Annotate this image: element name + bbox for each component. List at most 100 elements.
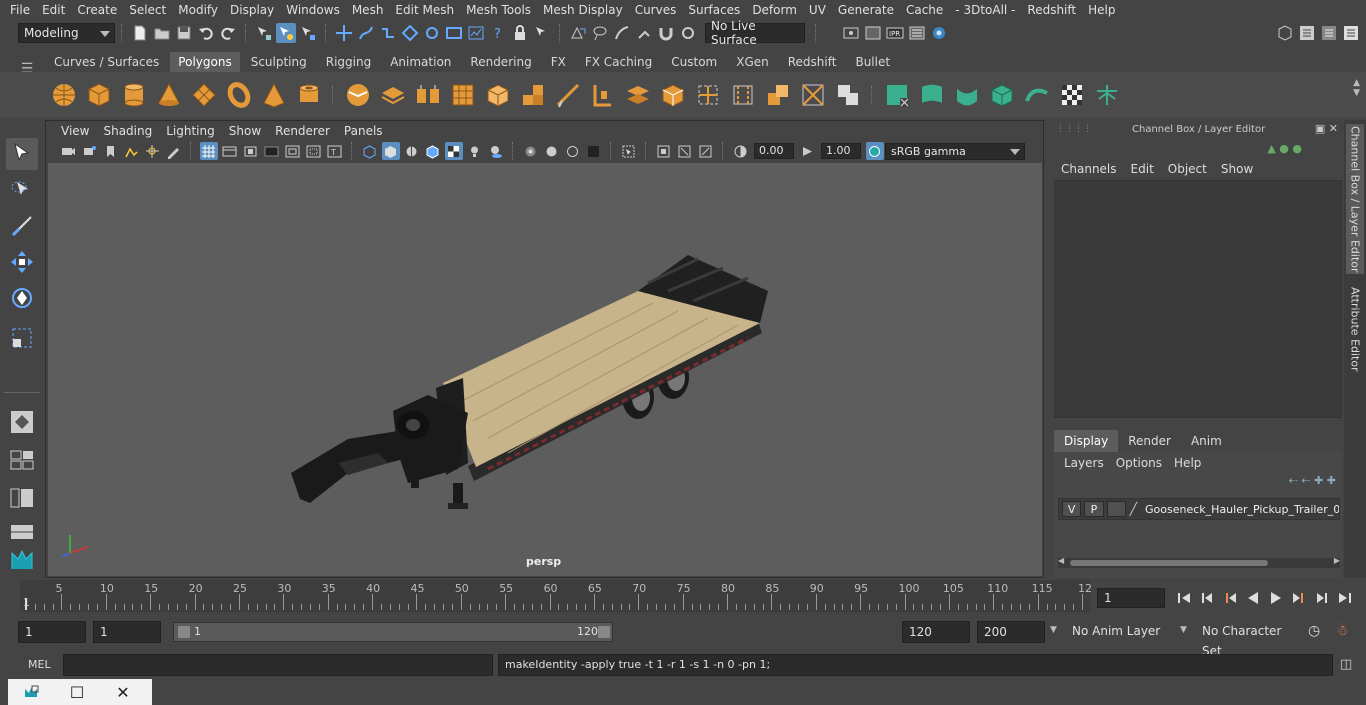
gate-mask-icon[interactable] <box>263 142 281 160</box>
channel-box-icons[interactable]: ▲ ● ● <box>1267 142 1302 155</box>
gamma-field[interactable]: 1.00 <box>821 143 861 159</box>
uv-checker-icon[interactable] <box>1057 80 1087 110</box>
exposure-icon[interactable] <box>732 142 750 160</box>
frame-zoom-icon[interactable] <box>697 142 715 160</box>
playback-start-field[interactable]: 1 <box>93 621 161 643</box>
menu-help[interactable]: Help <box>1082 3 1121 17</box>
tab-custom[interactable]: Custom <box>663 52 725 72</box>
xray-active-icon[interactable] <box>543 142 561 160</box>
menu-curves[interactable]: Curves <box>629 3 683 17</box>
menu-modify[interactable]: Modify <box>172 3 224 17</box>
render-view-icon[interactable] <box>841 23 861 43</box>
camera-attributes-icon[interactable] <box>81 142 99 160</box>
safe-title-icon[interactable]: T <box>326 142 344 160</box>
move-tool-icon[interactable] <box>6 246 38 278</box>
select-object-icon[interactable] <box>276 23 296 43</box>
xray-joints-icon[interactable] <box>564 142 582 160</box>
film-gate-icon[interactable] <box>221 142 239 160</box>
poly-pipe-icon[interactable] <box>294 80 324 110</box>
bevel-icon[interactable] <box>483 80 513 110</box>
camera-select-icon[interactable] <box>60 142 78 160</box>
maximize-icon[interactable]: ☐ <box>54 680 100 704</box>
scale-tool-icon[interactable] <box>6 322 38 354</box>
smooth-shade-icon[interactable] <box>381 142 400 160</box>
tab-redshift[interactable]: Redshift <box>780 52 845 72</box>
snap-view-plane-icon[interactable] <box>400 23 420 43</box>
step-forward-key-icon[interactable] <box>1288 589 1310 607</box>
current-frame-field[interactable]: 1 <box>1097 588 1165 608</box>
menu-uv[interactable]: UV <box>803 3 832 17</box>
combine-icon[interactable] <box>343 80 373 110</box>
menu-3dtoall[interactable]: - 3DtoAll - <box>949 3 1021 17</box>
select-tool-icon[interactable] <box>6 138 38 170</box>
menu-display[interactable]: Display <box>224 3 280 17</box>
command-input[interactable] <box>63 654 493 676</box>
tab-fx[interactable]: FX <box>543 52 574 72</box>
poly-torus-icon[interactable] <box>224 80 254 110</box>
isolate-select-icon[interactable] <box>620 142 638 160</box>
restore-window-icon[interactable] <box>8 680 54 704</box>
attribute-editor-toggle-icon[interactable] <box>1297 23 1317 43</box>
shadows-icon[interactable] <box>487 142 505 160</box>
animation-start-field[interactable]: 1 <box>18 621 86 643</box>
default-material-icon[interactable] <box>403 142 421 160</box>
render-frame-icon[interactable] <box>863 23 883 43</box>
maya-logo-icon[interactable] <box>6 544 38 576</box>
redo-icon[interactable] <box>218 23 238 43</box>
panel-grip-icon[interactable]: ⋮⋮⋮⋮ <box>1056 124 1092 134</box>
extract-icon[interactable] <box>413 80 443 110</box>
save-scene-icon[interactable] <box>174 23 194 43</box>
menu-edit[interactable]: Edit <box>36 3 71 17</box>
viewport-menu-show[interactable]: Show <box>222 124 268 138</box>
channel-menu-edit[interactable]: Edit <box>1124 162 1161 176</box>
multi-cut-icon[interactable] <box>553 80 583 110</box>
bridge-icon[interactable] <box>623 80 653 110</box>
menu-surfaces[interactable]: Surfaces <box>682 3 746 17</box>
script-editor-icon[interactable]: ◫ <box>1340 657 1352 672</box>
view-transform-dropdown[interactable]: sRGB gamma <box>885 142 1025 160</box>
live-surface-field[interactable]: No Live Surface <box>705 19 805 47</box>
smooth-icon[interactable] <box>448 80 478 110</box>
channel-box-toggle-icon[interactable] <box>1341 23 1361 43</box>
viewport-menu-renderer[interactable]: Renderer <box>268 124 337 138</box>
layer-tool-icons[interactable]: ⇠ ⇠ ✚ ✚ <box>1289 474 1336 487</box>
render-settings-icon[interactable] <box>907 23 927 43</box>
rotate-tool-icon[interactable] <box>6 282 38 314</box>
single-layout-icon[interactable] <box>6 444 38 476</box>
field-chart-icon[interactable] <box>284 142 302 160</box>
snap-grid-icon[interactable] <box>334 23 354 43</box>
channel-menu-show[interactable]: Show <box>1214 162 1260 176</box>
menu-mesh-tools[interactable]: Mesh Tools <box>460 3 537 17</box>
scrollbar-thumb[interactable] <box>1070 560 1268 566</box>
tab-rigging[interactable]: Rigging <box>318 52 379 72</box>
scroll-right-icon[interactable]: ▶ <box>1334 556 1340 565</box>
question-icon[interactable]: ? <box>488 23 508 43</box>
tab-curves-surfaces[interactable]: Curves / Surfaces <box>46 52 167 72</box>
chevron-down-icon[interactable]: ▼ <box>1180 625 1187 635</box>
tab-render[interactable]: Render <box>1118 430 1181 452</box>
side-tab-attribute-editor[interactable]: Attribute Editor <box>1346 284 1364 374</box>
uv-automatic-icon[interactable] <box>987 80 1017 110</box>
tab-display[interactable]: Display <box>1054 430 1119 452</box>
layer-type-toggle[interactable] <box>1106 501 1126 517</box>
undo-icon[interactable] <box>196 23 216 43</box>
channel-box-list[interactable] <box>1054 180 1342 418</box>
layer-menu-layers[interactable]: Layers <box>1058 456 1110 470</box>
separate-icon[interactable] <box>378 80 408 110</box>
ipr-render-icon[interactable]: IPR <box>885 23 905 43</box>
gamma-icon[interactable] <box>799 142 817 160</box>
play-backward-icon[interactable] <box>1242 589 1264 607</box>
range-end-handle[interactable] <box>598 626 610 638</box>
current-time-marker[interactable] <box>25 598 27 610</box>
viewport-menu-lighting[interactable]: Lighting <box>159 124 222 138</box>
close-window-icon[interactable]: ✕ <box>100 680 146 704</box>
tab-polygons[interactable]: Polygons <box>170 52 240 72</box>
channel-menu-object[interactable]: Object <box>1161 162 1214 176</box>
uv-planar-icon[interactable] <box>882 80 912 110</box>
tab-animation[interactable]: Animation <box>382 52 459 72</box>
playback-end-field[interactable]: 120 <box>902 621 970 643</box>
boolean-icon[interactable] <box>833 80 863 110</box>
soft-select-icon[interactable] <box>6 406 38 438</box>
poly-plane-icon[interactable] <box>189 80 219 110</box>
image-plane-icon[interactable] <box>123 142 141 160</box>
